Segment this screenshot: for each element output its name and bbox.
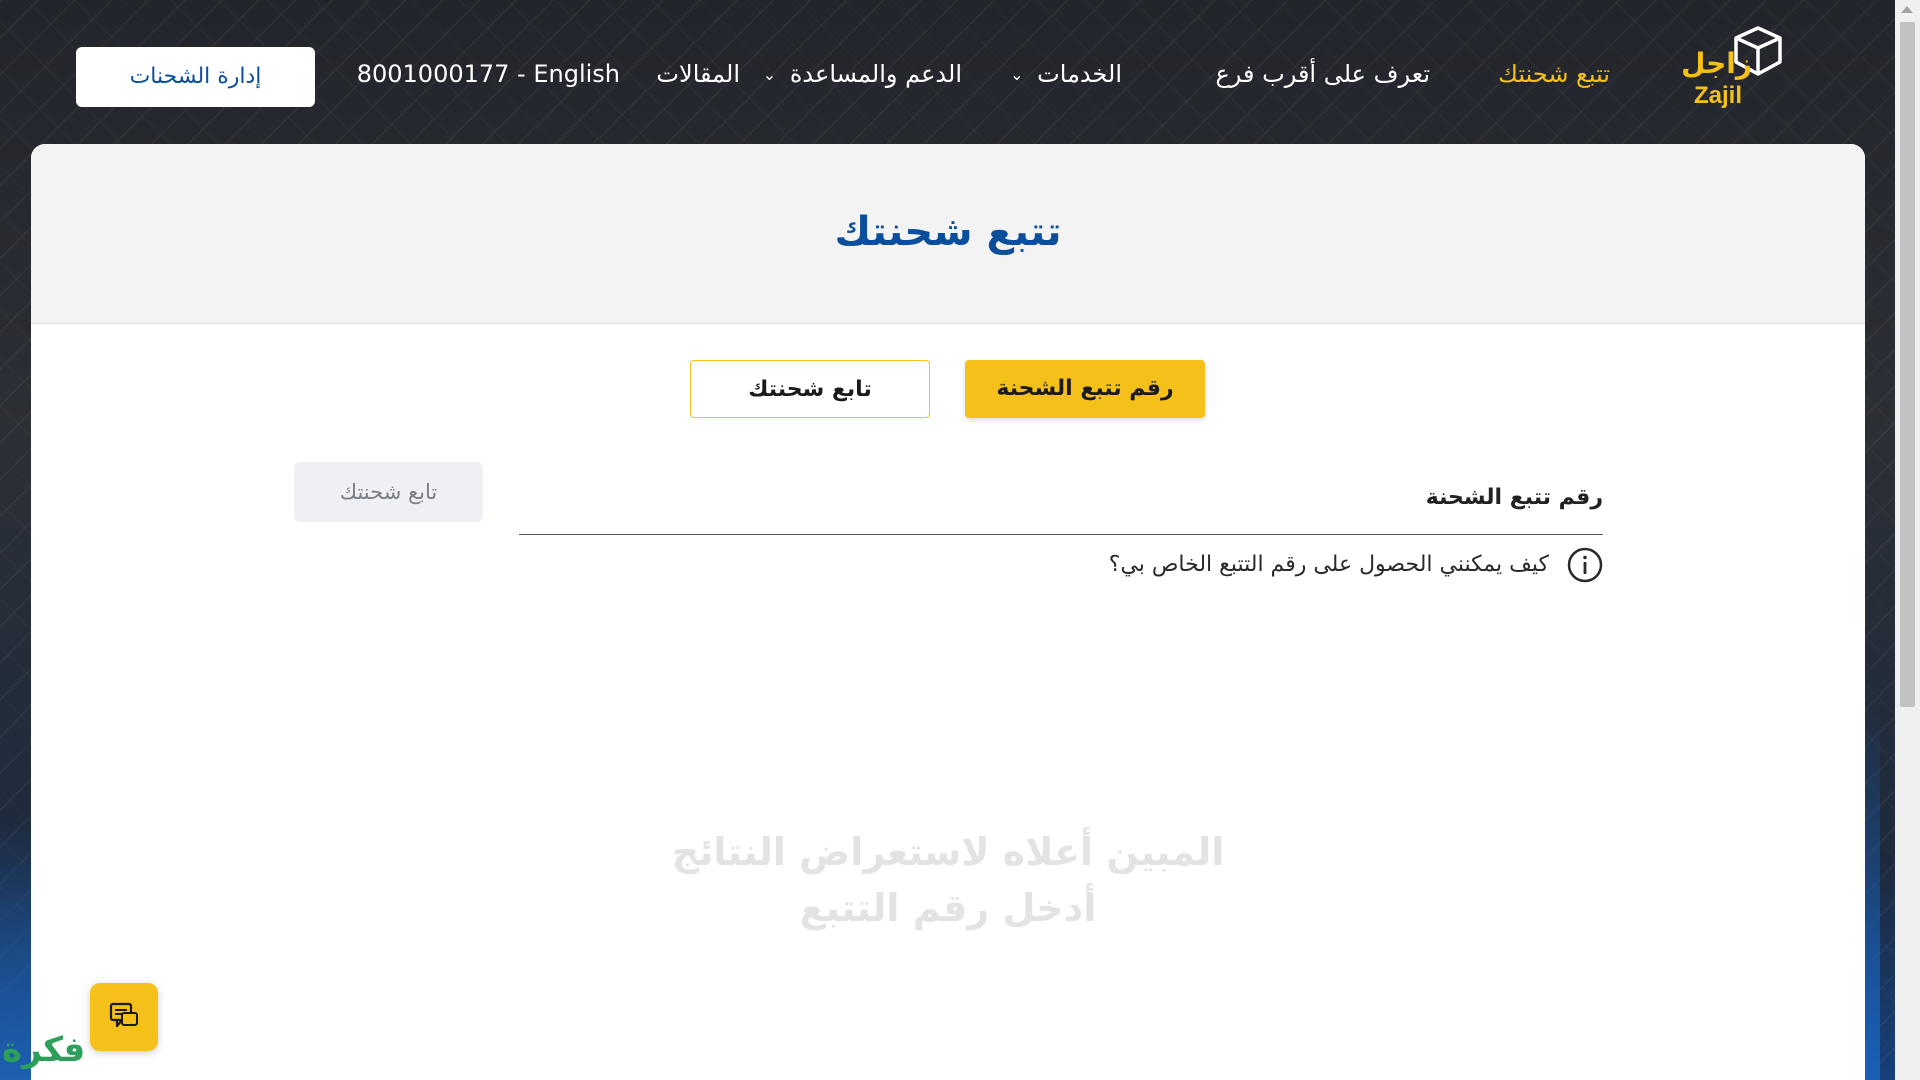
site-header: زاجل Zajil تتبع شحنتك تعرف على أقرب فرع … bbox=[0, 0, 1880, 144]
tab-follow-shipment[interactable]: تابع شحنتك bbox=[690, 360, 930, 418]
chevron-down-icon: ⌄ bbox=[1010, 65, 1024, 84]
watermark-text: فكرة bbox=[2, 1030, 86, 1070]
help-text: كيف يمكنني الحصول على رقم التتبع الخاص ب… bbox=[1108, 552, 1549, 577]
scrollbar-thumb[interactable] bbox=[1900, 22, 1915, 707]
nav-item-label: تعرف على أقرب فرع bbox=[1215, 60, 1430, 88]
nav-item-services[interactable]: الخدمات ⌄ bbox=[1010, 56, 1122, 93]
nav-item-label: تتبع شحنتك bbox=[1498, 60, 1610, 88]
nav-item-track-shipment[interactable]: تتبع شحنتك bbox=[1498, 56, 1610, 92]
empty-state-line2: أدخل رقم التتبع bbox=[799, 886, 1097, 930]
nav-item-label: الخدمات bbox=[1037, 60, 1122, 88]
zajil-logo[interactable]: زاجل Zajil bbox=[1681, 24, 1784, 116]
scroll-up-arrow-icon[interactable] bbox=[1901, 6, 1913, 13]
tab-tracking-number[interactable]: رقم تتبع الشحنة bbox=[965, 360, 1205, 418]
nav-item-label: الدعم والمساعدة bbox=[789, 60, 962, 88]
nav-item-phone-language[interactable]: 8001000177 - English bbox=[357, 56, 620, 92]
card-header: تتبع شحنتك bbox=[31, 144, 1865, 324]
watermark-logo: فكرة bbox=[0, 1018, 150, 1080]
chevron-down-icon: ⌄ bbox=[762, 65, 777, 84]
tracking-number-input[interactable] bbox=[519, 464, 1603, 532]
logo-english-text: Zajil bbox=[1693, 82, 1742, 109]
logo-arabic-text: زاجل bbox=[1681, 47, 1752, 80]
page-title: تتبع شحنتك bbox=[834, 209, 1062, 255]
nav-item-articles[interactable]: المقالات bbox=[656, 56, 740, 92]
nav-item-support[interactable]: الدعم والمساعدة ⌄ bbox=[763, 56, 962, 93]
nav-item-label: 8001000177 - English bbox=[356, 60, 620, 88]
help-link[interactable]: كيف يمكنني الحصول على رقم التتبع الخاص ب… bbox=[519, 544, 1603, 586]
tracking-card: تتبع شحنتك رقم تتبع الشحنة تابع شحنتك تا… bbox=[31, 144, 1865, 1080]
empty-state-line1: المبين أعلاه لاستعراض النتائج bbox=[671, 830, 1225, 874]
empty-state-message: المبين أعلاه لاستعراض النتائج أدخل رقم ا… bbox=[31, 824, 1865, 936]
nav-item-label: المقالات bbox=[656, 60, 740, 88]
tracking-field bbox=[519, 464, 1603, 535]
info-icon bbox=[1567, 547, 1603, 583]
track-shipment-button[interactable]: تابع شحنتك bbox=[294, 462, 483, 522]
page-scrollbar[interactable] bbox=[1895, 0, 1920, 1080]
nav-item-nearest-branch[interactable]: تعرف على أقرب فرع bbox=[1215, 56, 1430, 92]
manage-shipments-button[interactable]: إدارة الشحنات bbox=[76, 47, 315, 107]
